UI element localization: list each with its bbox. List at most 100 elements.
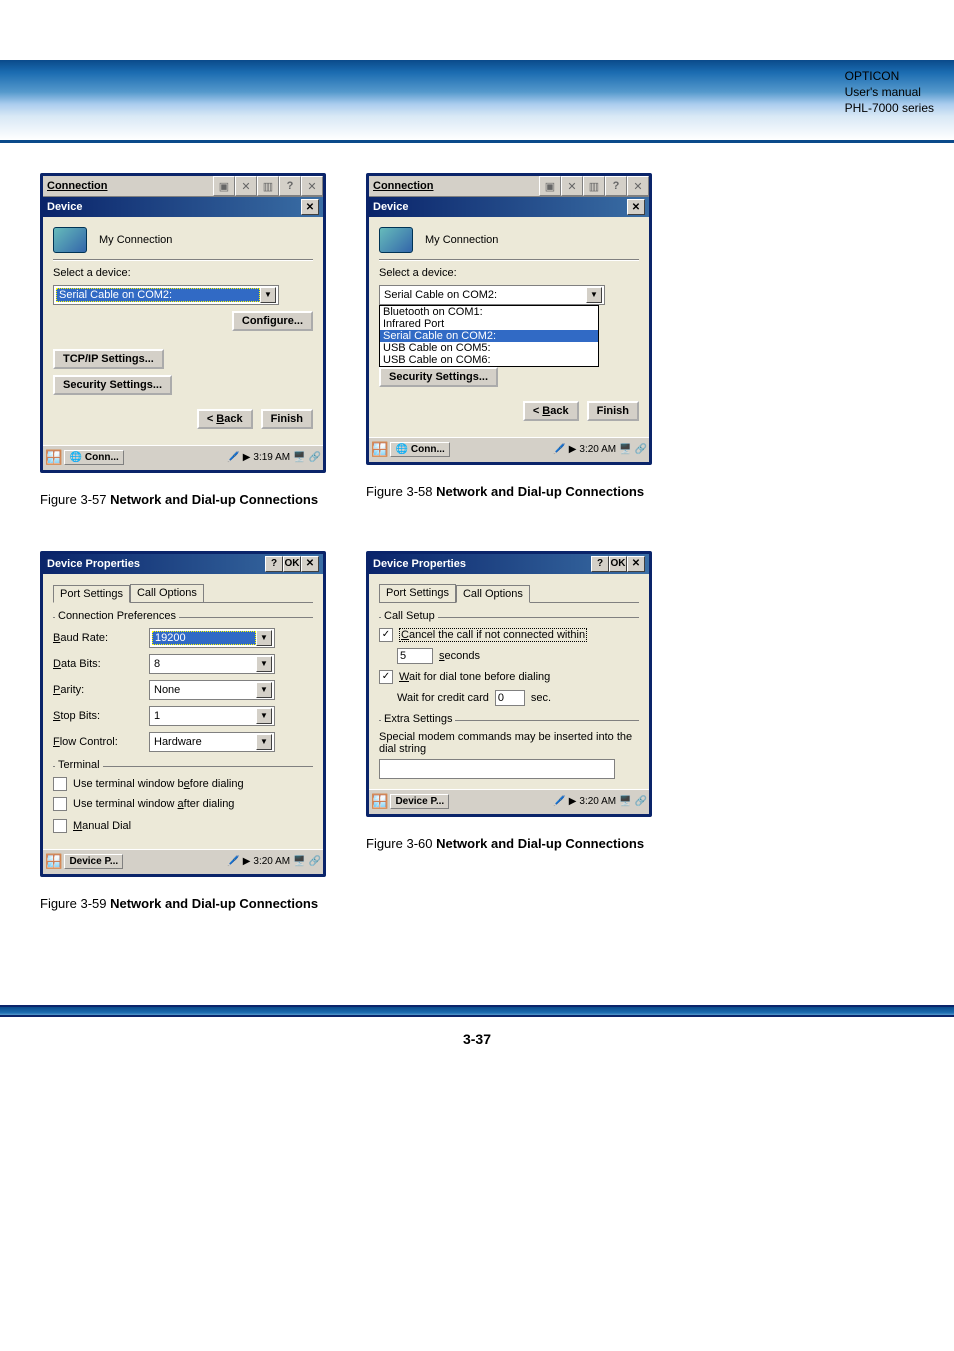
my-connection-row[interactable]: My Connection [379,227,639,253]
device-combo[interactable]: Serial Cable on COM2: ▼ [379,285,605,305]
tab-call-options[interactable]: Call Options [456,585,530,603]
checkbox-cancel-call[interactable]: ✓ [379,628,393,642]
toolbar-icon[interactable]: ▣ [213,176,235,196]
wait-credit-input[interactable] [495,690,525,706]
figure-58-caption: Figure 3-58 Network and Dial-up Connecti… [366,481,652,503]
extra-settings-input[interactable] [379,759,615,779]
tray-icon[interactable]: 🖥️ [619,796,631,807]
chevron-down-icon[interactable]: ▼ [256,656,272,672]
tcpip-settings-button[interactable]: TCP/IP Settings... [53,349,164,369]
chevron-down-icon[interactable]: ▼ [256,682,272,698]
taskbar-clock: 3:19 AM [253,452,290,463]
chevron-down-icon[interactable]: ▼ [256,708,272,724]
device-option-selected[interactable]: Serial Cable on COM2: [380,330,598,342]
connection-icon [53,227,87,253]
toolbar-icon[interactable]: ▣ [539,176,561,196]
tab-port-settings[interactable]: Port Settings [379,584,456,602]
security-settings-button[interactable]: Security Settings... [379,367,498,387]
start-icon[interactable]: 🪟 [371,441,388,458]
data-bits-combo[interactable]: 8 ▼ [149,654,275,674]
security-settings-button[interactable]: Security Settings... [53,375,172,395]
start-icon[interactable]: 🪟 [45,449,62,466]
tray-icon[interactable]: 🖥️ [293,452,305,463]
close-icon[interactable]: ✕ [301,556,319,572]
wait-credit-unit: sec. [531,692,551,704]
chevron-down-icon[interactable]: ▼ [586,287,602,303]
taskbar-app-button[interactable]: 🌐 Conn... [64,450,123,465]
start-icon[interactable]: 🪟 [371,793,388,810]
tray-icon[interactable]: ▶ [569,444,577,455]
parity-combo[interactable]: None ▼ [149,680,275,700]
screenshot-59: Device Properties ? OK ✕ Port Settings C… [40,551,326,877]
device-dropdown-list[interactable]: Bluetooth on COM1: Infrared Port Serial … [379,305,599,367]
window-title: Connection [43,178,213,194]
tray-icon[interactable]: 🖊️ [553,796,565,807]
tray-icon[interactable]: 🔗 [635,444,647,455]
group-connection-preferences: Connection Preferences Baud Rate: 19200 … [53,617,313,752]
tray-icon[interactable]: ▶ [243,452,251,463]
stop-bits-label: Stop Bits: [53,710,143,722]
select-device-label: Select a device: [53,267,131,279]
device-option[interactable]: Bluetooth on COM1: [380,306,598,318]
toolbar-icon[interactable]: ✕ [235,176,257,196]
help-icon[interactable]: ? [605,176,627,196]
ok-button[interactable]: OK [283,556,301,572]
taskbar-clock: 3:20 AM [253,856,290,867]
taskbar-app-button[interactable]: 🌐 Conn... [390,442,449,457]
chevron-down-icon[interactable]: ▼ [256,734,272,750]
help-icon[interactable]: ? [591,556,609,572]
stop-bits-combo[interactable]: 1 ▼ [149,706,275,726]
tray-icon[interactable]: 🖊️ [227,452,239,463]
checkbox-wait-dialtone[interactable]: ✓ [379,670,393,684]
tray-icon[interactable]: 🔗 [635,796,647,807]
toolbar-icon[interactable]: ✕ [561,176,583,196]
my-connection-row[interactable]: My Connection [53,227,313,253]
seconds-input[interactable] [397,648,433,664]
configure-button[interactable]: Configure... [232,311,313,331]
close-icon[interactable]: ✕ [627,556,645,572]
checkbox-manual-dial[interactable] [53,819,67,833]
tray-icon[interactable]: 🖥️ [619,444,631,455]
help-icon[interactable]: ? [265,556,283,572]
device-combo[interactable]: Serial Cable on COM2: ▼ [53,285,279,305]
device-option[interactable]: USB Cable on COM5: [380,342,598,354]
tray-icon[interactable]: ▶ [243,856,251,867]
chevron-down-icon[interactable]: ▼ [256,630,272,646]
tray-icon[interactable]: 🔗 [309,452,321,463]
tray-icon[interactable]: ▶ [569,796,577,807]
finish-button[interactable]: Finish [261,409,313,429]
checkbox-before-dialing[interactable] [53,777,67,791]
tab-port-settings[interactable]: Port Settings [53,585,130,603]
close-icon[interactable]: ✕ [301,176,323,196]
device-option[interactable]: Infrared Port [380,318,598,330]
device-option[interactable]: USB Cable on COM6: [380,354,598,366]
close-icon[interactable]: ✕ [301,199,319,215]
figure-58-block: Connection ▣ ✕ ▥ ? ✕ Device ✕ My Connect… [366,173,652,511]
close-icon[interactable]: ✕ [627,176,649,196]
tray-icon[interactable]: 🖊️ [227,856,239,867]
tray-icon[interactable]: 🖊️ [553,444,565,455]
taskbar-app-button[interactable]: Device P... [390,794,449,809]
tray-icon[interactable]: 🖥️ [293,856,305,867]
taskbar-app-button[interactable]: Device P... [64,854,123,869]
titlebar-57: Connection ▣ ✕ ▥ ? ✕ [43,176,323,197]
flow-control-combo[interactable]: Hardware ▼ [149,732,275,752]
ok-button[interactable]: OK [609,556,627,572]
tab-call-options[interactable]: Call Options [130,584,204,602]
back-button[interactable]: < Back [197,409,253,429]
tray-icon[interactable]: 🔗 [309,856,321,867]
baud-rate-combo[interactable]: 19200 ▼ [149,628,275,648]
group-extra-settings: Extra Settings Special modem commands ma… [379,720,639,779]
start-icon[interactable]: 🪟 [45,853,62,870]
help-icon[interactable]: ? [279,176,301,196]
chevron-down-icon[interactable]: ▼ [260,287,276,303]
taskbar: 🪟 🌐 Conn... 🖊️ ▶ 3:20 AM 🖥️ 🔗 [369,437,649,462]
finish-button[interactable]: Finish [587,401,639,421]
taskbar-clock: 3:20 AM [579,444,616,455]
checkbox-after-dialing[interactable] [53,797,67,811]
back-button[interactable]: < Back [523,401,579,421]
close-icon[interactable]: ✕ [627,199,645,215]
toolbar-icon[interactable]: ▥ [257,176,279,196]
toolbar-icon[interactable]: ▥ [583,176,605,196]
connection-icon [379,227,413,253]
